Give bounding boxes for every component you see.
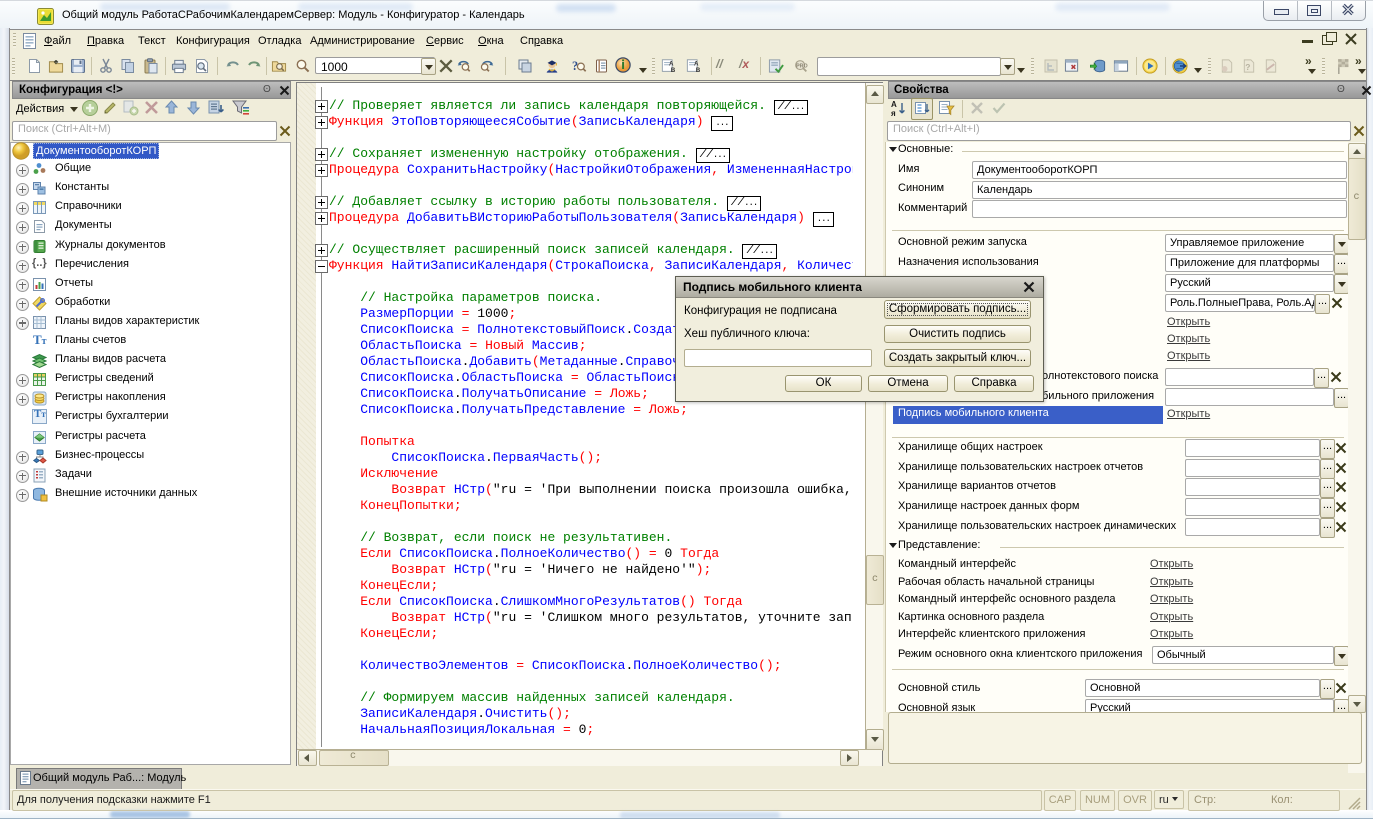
svg-text:я: я (891, 109, 896, 117)
svg-text:B: B (696, 67, 701, 74)
svg-text:А: А (891, 100, 897, 109)
svg-text:PRO: PRO (796, 63, 808, 69)
svg-text:B: B (671, 67, 676, 74)
svg-text:?: ? (1245, 62, 1250, 72)
